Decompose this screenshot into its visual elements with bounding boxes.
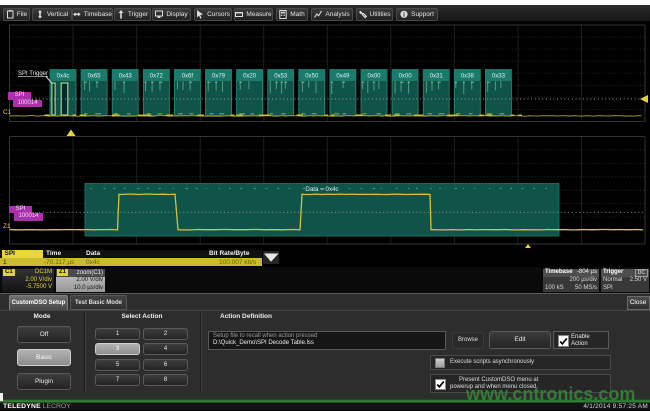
svg-text:0x50: 0x50: [305, 73, 319, 79]
svg-text:0x31: 0x31: [430, 73, 444, 79]
svg-text:0x79: 0x79: [212, 73, 226, 79]
svg-text:0x72: 0x72: [150, 73, 164, 79]
svg-text:0x38: 0x38: [461, 73, 475, 79]
svg-text:Data = 0x4c: Data = 0x4c: [305, 186, 338, 193]
svg-text:0x6f: 0x6f: [182, 73, 194, 79]
svg-text:0x49: 0x49: [336, 73, 350, 79]
svg-text:0x00: 0x00: [399, 73, 413, 79]
svg-text:0x4c: 0x4c: [57, 73, 70, 79]
svg-text:0x65: 0x65: [88, 73, 102, 79]
svg-text:i: i: [403, 11, 405, 18]
svg-text:0x33: 0x33: [492, 73, 506, 79]
svg-text:SPI Trigger: SPI Trigger: [18, 71, 48, 77]
svg-text:0x00: 0x00: [367, 73, 381, 79]
svg-text:0x20: 0x20: [243, 73, 257, 79]
svg-text:0x43: 0x43: [119, 73, 133, 79]
svg-text:0x53: 0x53: [274, 73, 288, 79]
